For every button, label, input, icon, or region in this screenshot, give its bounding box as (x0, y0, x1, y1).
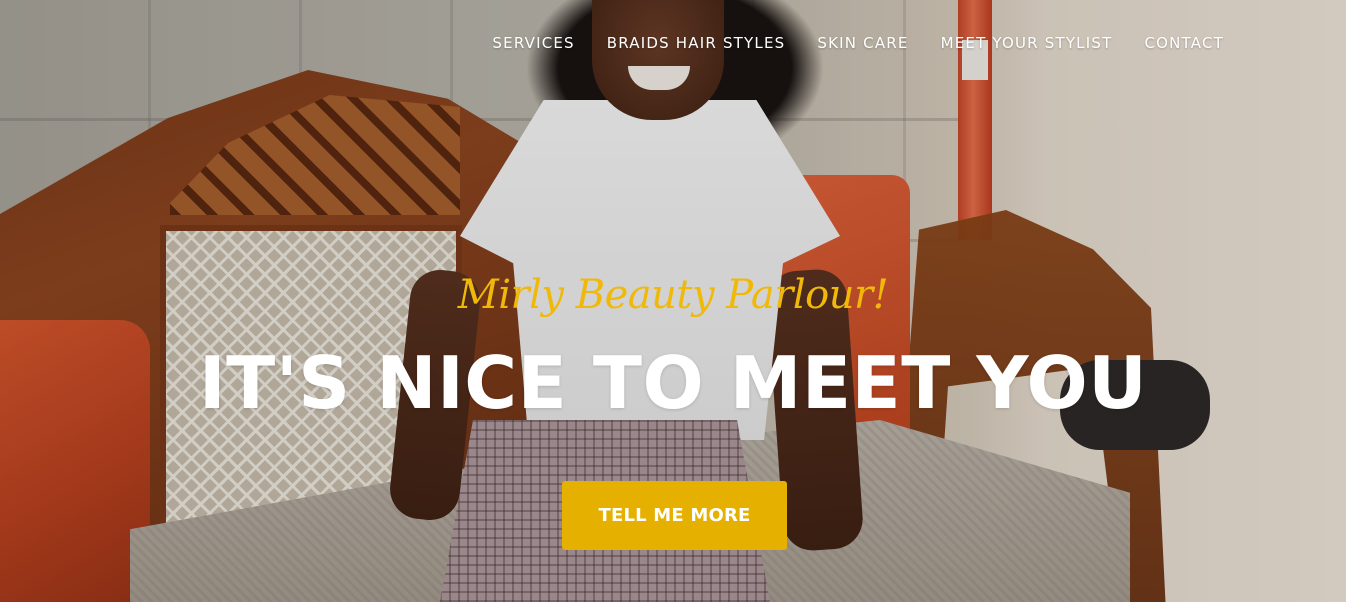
hero-section: SERVICES BRAIDS HAIR STYLES SKIN CARE ME… (0, 0, 1346, 602)
hero-heading: IT'S NICE TO MEET YOU (198, 341, 1148, 425)
nav-link-braids-hair-styles[interactable]: BRAIDS HAIR STYLES (607, 32, 786, 54)
hero-subheading: Mirly Beauty Parlour! (457, 272, 889, 318)
nav-link-services[interactable]: SERVICES (492, 32, 574, 54)
main-navigation: SERVICES BRAIDS HAIR STYLES SKIN CARE ME… (492, 32, 1224, 54)
tell-me-more-button[interactable]: TELL ME MORE (562, 481, 787, 550)
nav-link-contact[interactable]: CONTACT (1144, 32, 1224, 54)
nav-link-meet-your-stylist[interactable]: MEET YOUR STYLIST (941, 32, 1113, 54)
nav-link-skin-care[interactable]: SKIN CARE (817, 32, 908, 54)
